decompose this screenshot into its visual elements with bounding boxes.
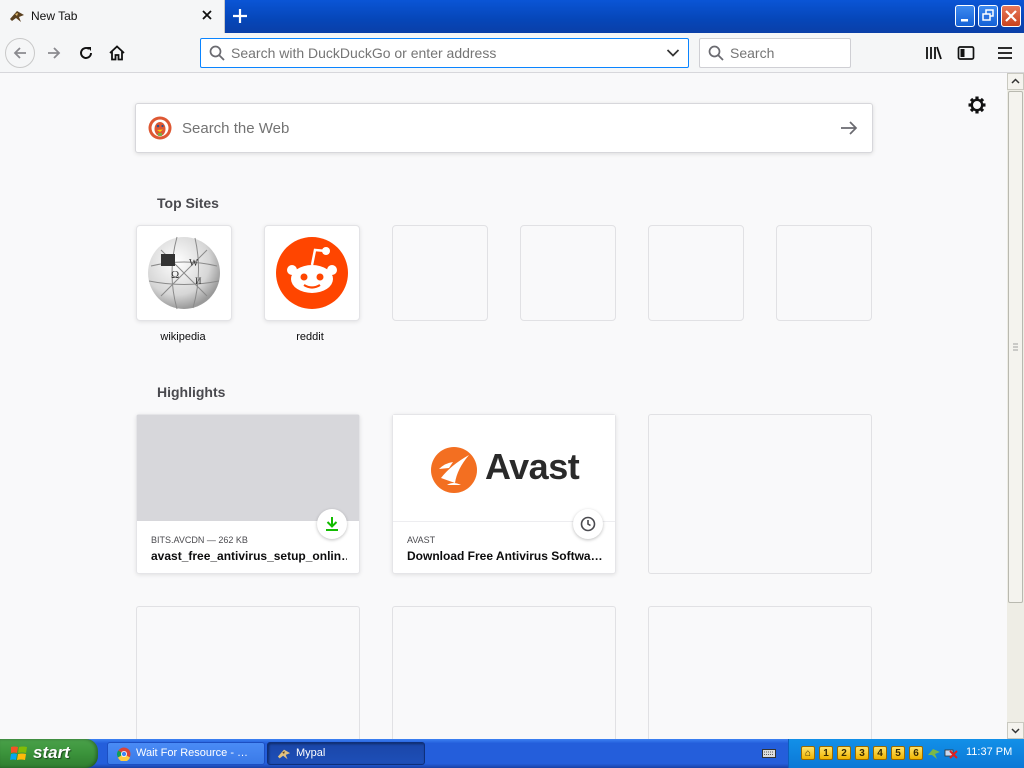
reddit-icon <box>276 237 348 309</box>
sidebar-icon <box>957 46 975 60</box>
scroll-up-button[interactable] <box>1007 73 1024 90</box>
mypal-icon <box>10 11 24 22</box>
highlight-card-download[interactable]: BITS.AVCDN — 262 KB avast_free_antivirus… <box>136 414 360 574</box>
keyboard-icon[interactable] <box>762 746 776 760</box>
minimize-button[interactable] <box>955 5 975 27</box>
address-input[interactable] <box>231 44 651 62</box>
tray-number-icon[interactable]: 5 <box>891 746 905 760</box>
back-arrow-icon <box>13 47 26 59</box>
forward-button[interactable] <box>40 39 68 67</box>
search-icon <box>708 45 724 61</box>
menu-button[interactable] <box>991 39 1019 67</box>
vertical-scrollbar[interactable] <box>1007 73 1024 739</box>
highlight-meta: AVAST <box>407 535 436 545</box>
tray-number-icon[interactable]: 2 <box>837 746 851 760</box>
windows-logo-icon <box>10 746 27 760</box>
highlight-title: Download Free Antivirus Softwa… <box>407 549 603 563</box>
svg-text:И: И <box>195 276 202 286</box>
tab-title: New Tab <box>31 9 78 23</box>
search-icon <box>209 45 225 61</box>
search-input[interactable] <box>730 44 840 62</box>
highlight-thumbnail <box>137 415 359 521</box>
taskbar: start Wait For Resource - … Mypal ⌂ 1 2 … <box>0 739 1024 768</box>
clock: 11:37 PM <box>966 746 1013 758</box>
top-site-empty-slot[interactable] <box>520 225 616 321</box>
arrow-right-icon[interactable] <box>840 120 858 136</box>
highlight-card-avast[interactable]: Avast AVAST Download Free Antivirus Soft… <box>392 414 616 574</box>
download-badge <box>317 509 347 539</box>
reload-icon <box>80 47 92 59</box>
hamburger-menu-icon <box>998 47 1012 59</box>
gear-icon[interactable] <box>966 94 988 116</box>
address-bar[interactable] <box>200 38 689 68</box>
home-icon <box>109 45 125 61</box>
start-label: start <box>33 743 70 762</box>
system-tray: ⌂ 1 2 3 4 5 6 11:37 PM <box>788 739 1024 768</box>
taskbar-item-label: Wait For Resource - … <box>136 747 249 759</box>
svg-text:Ω: Ω <box>171 269 179 281</box>
top-site-label: wikipedia <box>160 331 206 343</box>
tray-number-icon[interactable]: 4 <box>873 746 887 760</box>
highlight-title: avast_free_antivirus_setup_onlin… <box>151 549 347 563</box>
start-button[interactable]: start <box>0 739 98 768</box>
highlight-meta: BITS.AVCDN — 262 KB <box>151 535 248 545</box>
back-button[interactable] <box>5 38 35 68</box>
top-site-empty-slot[interactable] <box>776 225 872 321</box>
web-search-box[interactable]: Search the Web <box>135 103 873 153</box>
wikipedia-globe-icon: Ω W И <box>148 226 220 310</box>
top-site-reddit[interactable] <box>264 225 360 321</box>
taskbar-item-label: Mypal <box>296 747 326 759</box>
top-sites-heading: Top Sites <box>157 195 219 211</box>
close-window-button[interactable] <box>1001 5 1021 27</box>
scroll-down-button[interactable] <box>1007 722 1024 739</box>
top-site-empty-slot[interactable] <box>648 225 744 321</box>
avast-wordmark: Avast <box>485 446 580 487</box>
duckduckgo-logo-icon <box>148 116 172 140</box>
new-tab-page: Search the Web Top Sites Ω W И wikipedia… <box>0 73 1007 739</box>
tray-number-icon[interactable]: 6 <box>909 746 923 760</box>
close-tab-icon[interactable] <box>199 7 215 23</box>
search-bar[interactable] <box>699 38 851 68</box>
reload-button[interactable] <box>72 39 100 67</box>
highlight-thumbnail: Avast <box>393 415 615 522</box>
library-button[interactable] <box>920 39 948 67</box>
network-disconnected-icon[interactable] <box>944 746 958 760</box>
top-site-empty-slot[interactable] <box>392 225 488 321</box>
tab-strip: New Tab <box>0 0 1024 33</box>
chevron-down-icon[interactable] <box>666 48 680 58</box>
avast-logo-icon <box>431 447 477 493</box>
clock-icon <box>580 516 596 532</box>
highlight-empty-slot <box>648 606 872 739</box>
mypal-icon <box>277 749 291 760</box>
taskbar-item-chrome[interactable]: Wait For Resource - … <box>107 742 265 765</box>
forward-arrow-icon <box>48 47 61 59</box>
scroll-thumb[interactable] <box>1008 91 1023 603</box>
restore-button[interactable] <box>978 5 998 27</box>
highlight-empty-slot <box>648 414 872 574</box>
top-site-label: reddit <box>296 331 324 343</box>
tray-number-icon[interactable]: 1 <box>819 746 833 760</box>
tray-app-icon[interactable]: ⌂ <box>801 746 815 760</box>
library-icon <box>926 46 942 60</box>
svg-text:W: W <box>189 258 199 269</box>
web-search-placeholder: Search the Web <box>182 120 290 137</box>
history-badge <box>573 509 603 539</box>
sidebar-button[interactable] <box>952 39 980 67</box>
new-tab-icon[interactable] <box>230 6 250 26</box>
taskbar-item-mypal[interactable]: Mypal <box>267 742 425 765</box>
tray-number-icon[interactable]: 3 <box>855 746 869 760</box>
highlights-heading: Highlights <box>157 384 226 400</box>
tab-new-tab[interactable]: New Tab <box>0 0 225 33</box>
top-site-wikipedia[interactable]: Ω W И <box>136 225 232 321</box>
download-icon <box>326 517 338 531</box>
highlight-empty-slot <box>392 606 616 739</box>
home-button[interactable] <box>103 39 131 67</box>
tray-app-icon[interactable] <box>927 746 941 760</box>
highlight-empty-slot <box>136 606 360 739</box>
navigation-toolbar <box>0 33 1024 73</box>
chrome-icon <box>117 747 131 761</box>
